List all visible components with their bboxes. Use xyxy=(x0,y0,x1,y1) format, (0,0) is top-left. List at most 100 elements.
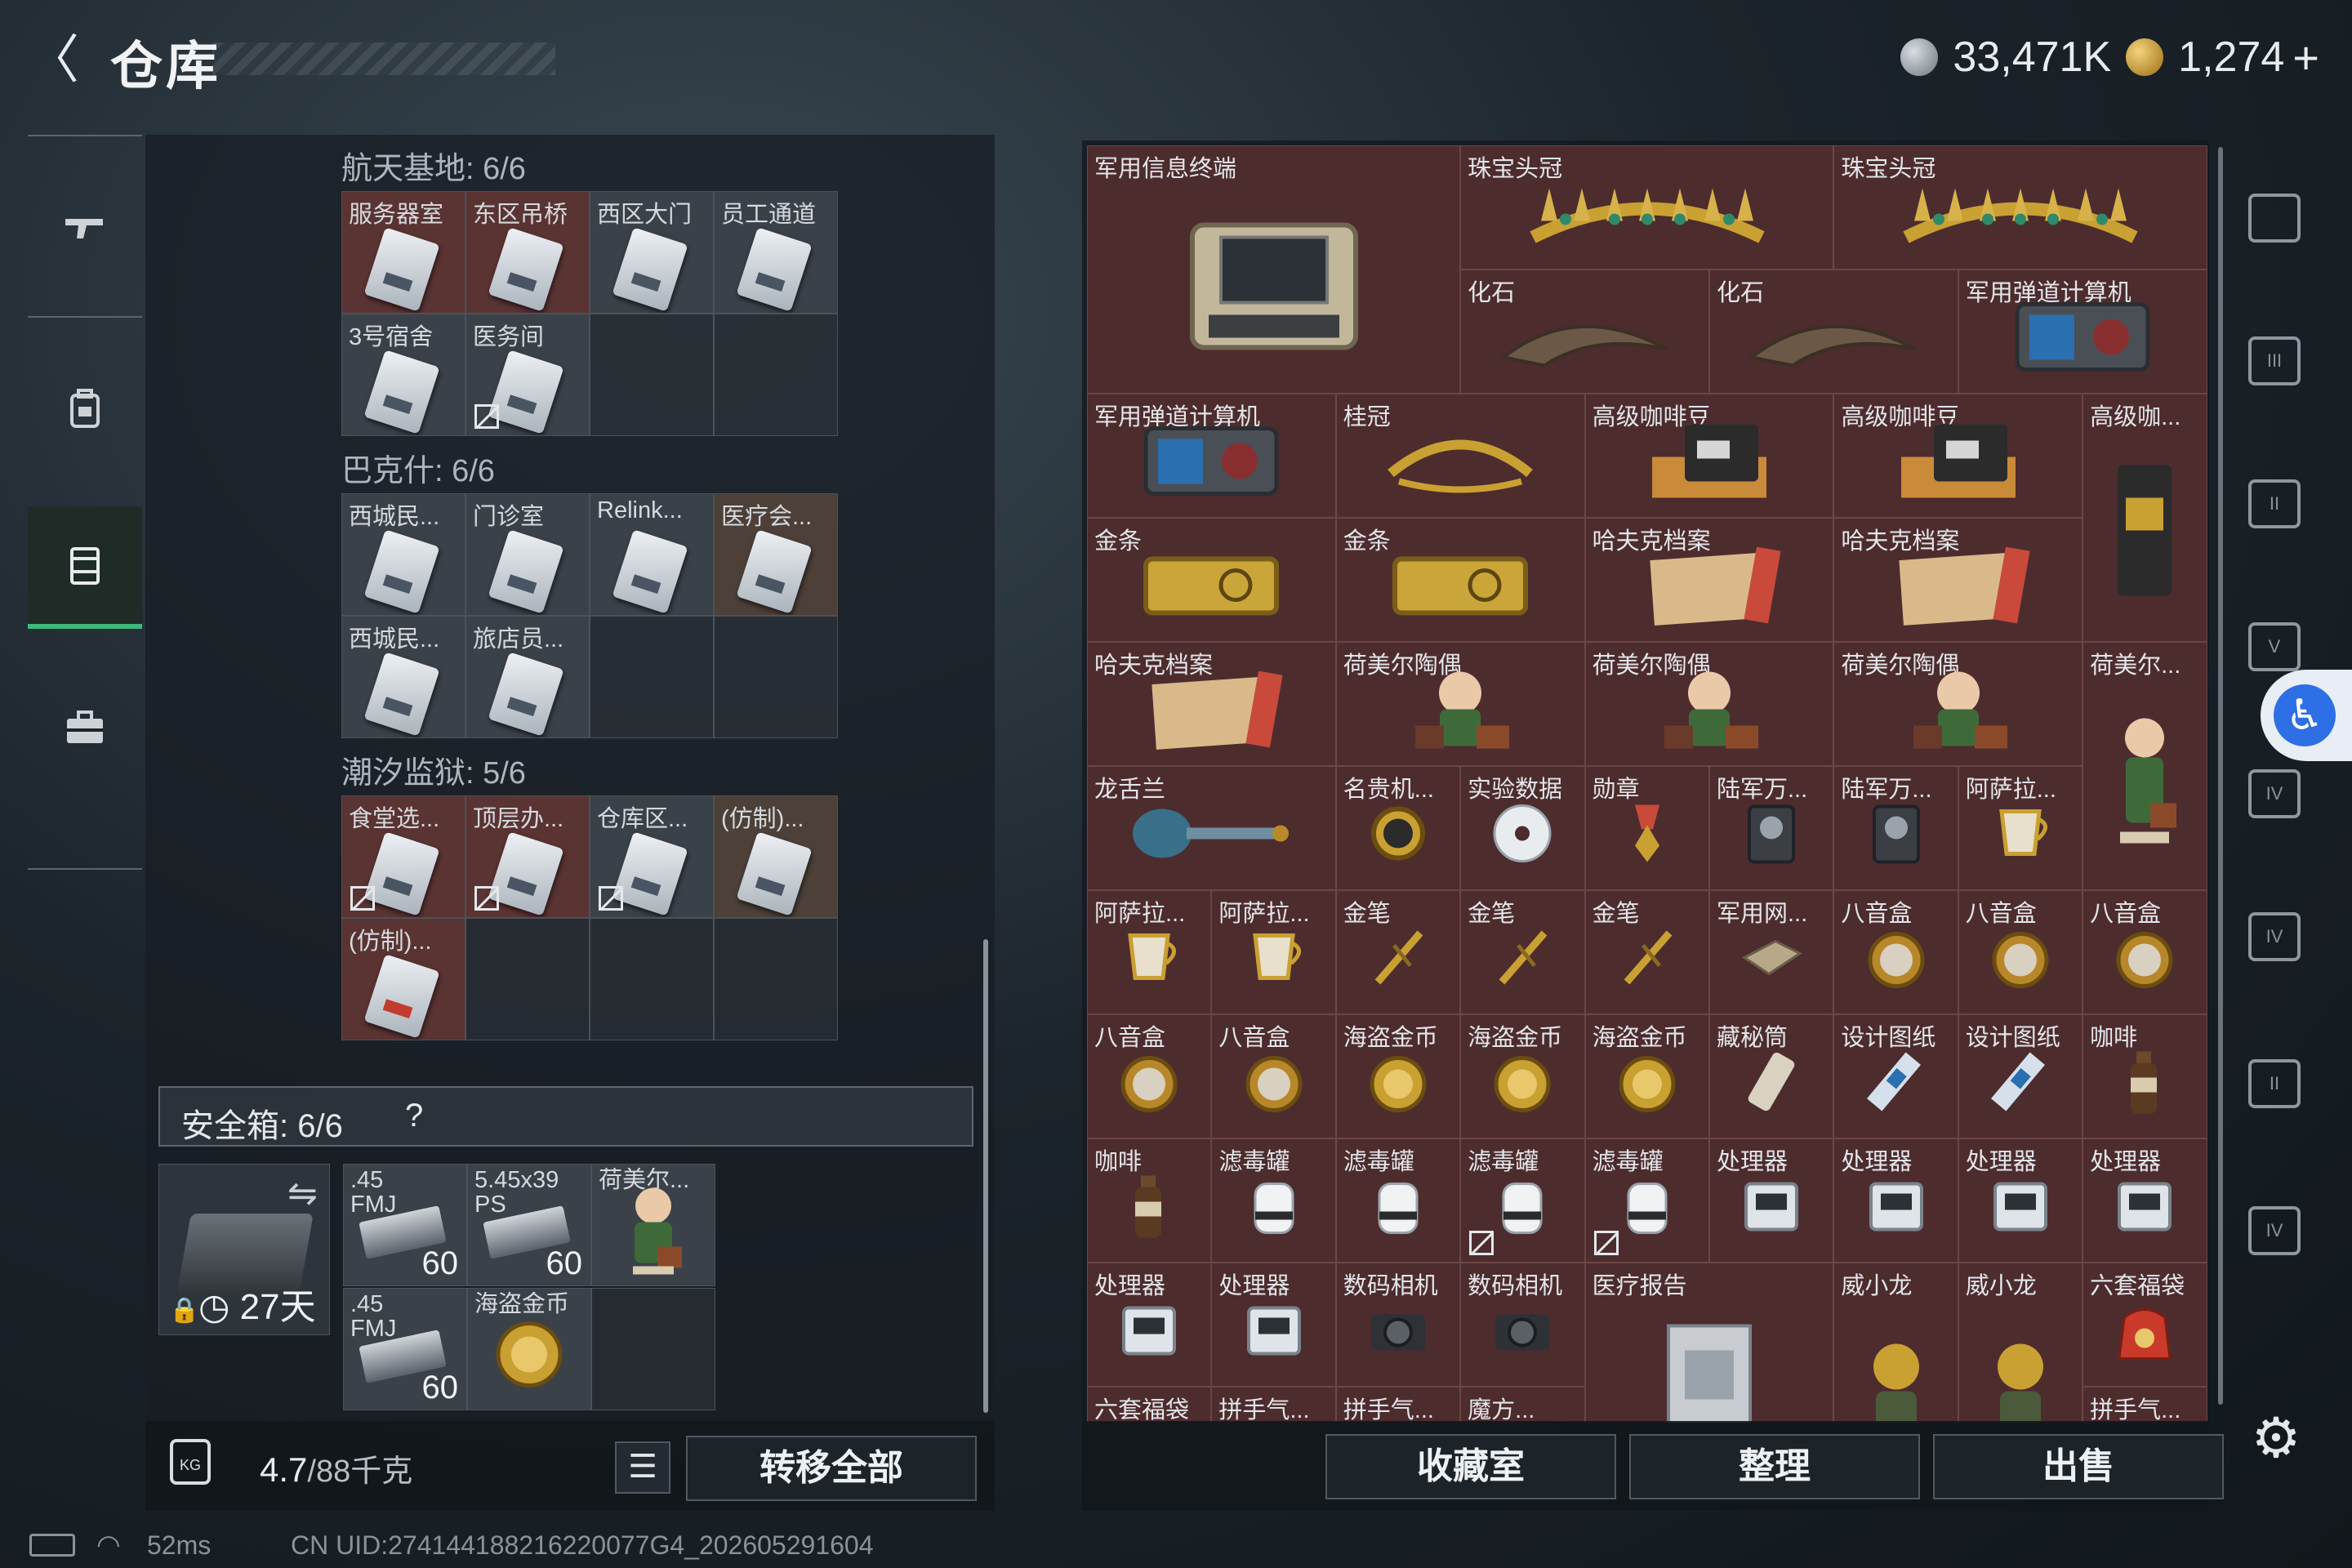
loot-item[interactable]: 威小龙 xyxy=(1833,1263,1958,1423)
loot-item[interactable]: 化石 xyxy=(1708,270,1958,394)
transfer-all-button[interactable]: 转移全部 xyxy=(686,1436,977,1501)
keycard-item[interactable]: 门诊室 xyxy=(466,493,590,616)
loot-item[interactable]: 海盗金币 xyxy=(1460,1014,1585,1138)
list-view-button[interactable]: ☰ xyxy=(615,1441,670,1494)
loot-item[interactable]: 珠宝头冠 xyxy=(1460,145,1834,270)
keycard-item[interactable]: 仓库区... xyxy=(590,795,714,918)
loot-item[interactable]: 金条 xyxy=(1335,518,1585,642)
loot-item[interactable]: 龙舌兰 xyxy=(1087,766,1336,890)
keycard-item[interactable]: 医务间 xyxy=(466,314,590,436)
empty-slot[interactable] xyxy=(714,616,838,738)
swap-icon[interactable]: ⇋ xyxy=(287,1173,318,1214)
loot-item[interactable]: 哈夫克档案 xyxy=(1584,518,1834,642)
add-currency-button[interactable]: + xyxy=(2292,31,2319,84)
loot-item[interactable]: 魔方... xyxy=(1460,1387,1585,1423)
loot-item[interactable]: 军用弹道计算机 xyxy=(1087,394,1336,518)
empty-slot[interactable] xyxy=(590,918,714,1040)
loot-item[interactable]: 八音盒 xyxy=(1833,890,1958,1014)
loot-item[interactable]: 阿萨拉... xyxy=(1958,766,2083,890)
loot-item[interactable]: 荷美尔陶偶 xyxy=(1833,642,2083,766)
safebox-item[interactable]: .45 FMJ 60 xyxy=(343,1164,467,1286)
safebox-item[interactable]: .45 FMJ 60 xyxy=(343,1288,467,1410)
loot-item[interactable]: 数码相机 xyxy=(1460,1263,1585,1387)
nav-weapons[interactable] xyxy=(28,166,142,288)
empty-slot[interactable] xyxy=(590,616,714,738)
loot-item[interactable]: 荷美尔... xyxy=(2082,642,2207,890)
safebox-item[interactable]: 海盗金币 xyxy=(467,1288,591,1410)
loot-item[interactable]: 处理器 xyxy=(1833,1138,1958,1263)
stash-tab-IV-c-icon[interactable]: IV xyxy=(2238,1196,2311,1270)
loot-item[interactable]: 陆军万... xyxy=(1833,766,1958,890)
keycard-item[interactable]: 东区吊桥 xyxy=(466,191,590,314)
safebox-item[interactable]: 5.45x39 PS 60 xyxy=(467,1164,591,1286)
loot-item[interactable]: 金笔 xyxy=(1460,890,1585,1014)
keycard-item[interactable]: 西城民... xyxy=(341,493,466,616)
empty-slot[interactable] xyxy=(714,918,838,1040)
safebox-help-button[interactable]: ? xyxy=(405,1098,423,1134)
loot-item[interactable]: 藏秘筒 xyxy=(1708,1014,1834,1138)
loot-item[interactable]: 陆军万... xyxy=(1708,766,1834,890)
keycard-item[interactable]: 医疗会... xyxy=(714,493,838,616)
loot-item[interactable]: 高级咖啡豆 xyxy=(1584,394,1834,518)
loot-item[interactable]: 处理器 xyxy=(2082,1138,2207,1263)
loot-item[interactable]: 化石 xyxy=(1460,270,1709,394)
loot-item[interactable]: 军用网... xyxy=(1708,890,1834,1014)
loot-item[interactable]: 勋章 xyxy=(1584,766,1709,890)
stash-tab-II-b-icon[interactable]: II xyxy=(2238,1049,2311,1123)
keycard-item[interactable]: 3号宿舍 xyxy=(341,314,466,436)
loot-item[interactable]: 金笔 xyxy=(1584,890,1709,1014)
loot-item[interactable]: 金条 xyxy=(1087,518,1336,642)
loot-item[interactable]: 实验数据 xyxy=(1460,766,1585,890)
loot-item[interactable]: 滤毒罐 xyxy=(1584,1138,1709,1263)
loot-item[interactable]: 滤毒罐 xyxy=(1460,1138,1585,1263)
loot-item[interactable]: 金笔 xyxy=(1335,890,1461,1014)
stash-tab-III-icon[interactable]: III xyxy=(2238,327,2311,400)
loot-item[interactable]: 拼手气... xyxy=(2082,1387,2207,1423)
safebox-item[interactable]: 荷美尔... xyxy=(591,1164,715,1286)
loot-item[interactable]: 名贵机... xyxy=(1335,766,1461,890)
loot-item[interactable]: 八音盒 xyxy=(1958,890,2083,1014)
loot-item[interactable]: 设计图纸 xyxy=(1833,1014,1958,1138)
loot-item[interactable]: 军用信息终端 xyxy=(1087,145,1461,394)
empty-slot[interactable] xyxy=(714,314,838,436)
accessibility-button[interactable]: ♿ xyxy=(2261,670,2352,761)
nav-backpack[interactable] xyxy=(28,347,142,470)
loot-item[interactable]: 海盗金币 xyxy=(1335,1014,1461,1138)
loot-item[interactable]: 荷美尔陶偶 xyxy=(1335,642,1585,766)
loot-item[interactable]: 高级咖... xyxy=(2082,394,2207,642)
loot-item[interactable]: 处理器 xyxy=(1211,1263,1336,1387)
loot-item[interactable]: 咖啡 xyxy=(1087,1138,1212,1263)
loot-scrollbar[interactable] xyxy=(2218,147,2223,1405)
nav-stash[interactable] xyxy=(28,506,142,629)
loot-item[interactable]: 珠宝头冠 xyxy=(1833,145,2207,270)
loot-item[interactable]: 处理器 xyxy=(1087,1263,1212,1387)
loot-item[interactable]: 六套福袋 xyxy=(2082,1263,2207,1387)
loot-item[interactable]: 处理器 xyxy=(1958,1138,2083,1263)
empty-slot[interactable] xyxy=(590,314,714,436)
collection-room-button[interactable]: 收藏室 xyxy=(1325,1434,1616,1499)
loot-item[interactable]: 处理器 xyxy=(1708,1138,1834,1263)
stash-scrollbar[interactable] xyxy=(983,939,988,1413)
loot-item[interactable]: 哈夫克档案 xyxy=(1087,642,1336,766)
keycard-item[interactable]: 顶层办... xyxy=(466,795,590,918)
keycard-item[interactable]: 服务器室 xyxy=(341,191,466,314)
loot-item[interactable]: 滤毒罐 xyxy=(1335,1138,1461,1263)
loot-item[interactable]: 八音盒 xyxy=(1087,1014,1212,1138)
loot-item[interactable]: 荷美尔陶偶 xyxy=(1584,642,1834,766)
back-button[interactable]: 〈 xyxy=(24,31,82,88)
loot-item[interactable]: 医疗报告 xyxy=(1584,1263,1834,1423)
loot-item[interactable]: 拼手气... xyxy=(1211,1387,1336,1423)
loot-item[interactable]: 阿萨拉... xyxy=(1211,890,1336,1014)
loot-item[interactable]: 六套福袋 xyxy=(1087,1387,1212,1423)
empty-slot[interactable] xyxy=(591,1288,715,1410)
loot-item[interactable]: 军用弹道计算机 xyxy=(1958,270,2207,394)
safebox-container[interactable]: ⇋ 🔒 ◷ 27天 xyxy=(158,1164,330,1335)
loot-item[interactable]: 海盗金币 xyxy=(1584,1014,1709,1138)
nav-toolbox[interactable] xyxy=(28,666,142,788)
keycard-item[interactable]: 员工通道 xyxy=(714,191,838,314)
stash-tab-II-icon[interactable]: II xyxy=(2238,470,2311,543)
stash-tab-IV-icon[interactable]: IV xyxy=(2238,760,2311,833)
loot-item[interactable]: 拼手气... xyxy=(1335,1387,1461,1423)
loot-item[interactable]: 桂冠 xyxy=(1335,394,1585,518)
loot-item[interactable]: 威小龙 xyxy=(1958,1263,2083,1423)
